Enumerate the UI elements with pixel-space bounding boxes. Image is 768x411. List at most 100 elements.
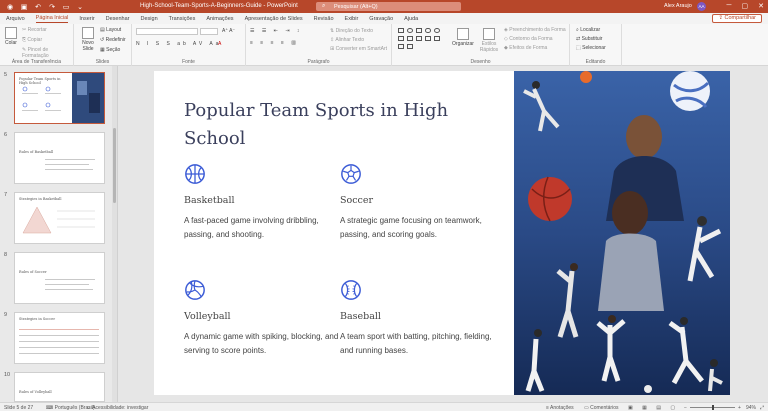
customize-toolbar-icon[interactable]: ⌄ (76, 3, 84, 11)
start-presentation-icon[interactable]: ▭ (62, 3, 70, 11)
layout-button[interactable]: ▤ Layout (100, 27, 121, 33)
format-painter-button[interactable]: ✎ Pincel de Formatação (22, 47, 73, 59)
shape-fill-button[interactable]: ◈ Preenchimento da Forma (504, 27, 566, 33)
slide-title[interactable]: Popular Team Sports in High School (184, 97, 474, 153)
user-name[interactable]: Alex Araujo (664, 3, 692, 9)
maximize-icon[interactable]: ▢ (742, 2, 749, 10)
undo-icon[interactable]: ↶ (34, 3, 42, 11)
thumbnail-slide-10[interactable]: Rules of Volleyball (14, 372, 105, 402)
sport-description: A dynamic game with spiking, blocking, a… (184, 332, 339, 355)
close-icon[interactable]: ✕ (758, 2, 764, 10)
zoom-slider-knob[interactable] (712, 405, 714, 410)
avatar[interactable]: AA (697, 2, 706, 11)
thumbnails-scrollbar[interactable] (112, 66, 117, 402)
circle-shape-icon[interactable] (434, 28, 440, 33)
align-text-button[interactable]: ⇳ Alinhar Texto (330, 37, 364, 43)
tab-arquivo[interactable]: Arquivo (6, 16, 25, 22)
tab-transicoes[interactable]: Transições (169, 16, 196, 22)
sport-card-basketball[interactable]: Basketball A fast-paced game involving d… (184, 163, 344, 242)
view-buttons[interactable]: ▣ ▦ ▤ ▢ (628, 405, 679, 411)
paste-button[interactable]: Colar (4, 27, 18, 46)
thumbnail-title: Rules of Volleyball (19, 390, 52, 394)
font-grow-icon[interactable]: A⁺ A⁻ (222, 28, 235, 34)
font-family-select[interactable] (136, 28, 198, 35)
replace-button[interactable]: ⇄ Substituir (576, 36, 602, 42)
brace-shape-icon[interactable] (425, 36, 431, 41)
arrange-button[interactable]: Organizar (452, 28, 474, 47)
new-slide-label: Novo Slide (82, 40, 94, 52)
minimize-icon[interactable]: ─ (727, 2, 732, 10)
thumbnail-slide-7[interactable]: Strategies in Basketball (14, 192, 105, 244)
tab-gravacao[interactable]: Gravação (369, 16, 393, 22)
select-button[interactable]: ⬚ Selecionar (576, 45, 606, 51)
font-group-label: Fonte (182, 59, 195, 65)
thumbnail-number: 9 (4, 312, 8, 318)
thumbnail-title: Rules of Soccer (19, 270, 47, 274)
tab-inserir[interactable]: Inserir (79, 16, 94, 22)
font-color-icon[interactable]: A (218, 41, 221, 47)
zoom-out-icon[interactable]: − (684, 405, 687, 411)
thumbnail-slide-9[interactable]: Strategies in Soccer (14, 312, 105, 364)
notes-button[interactable]: ≡ Anotações (546, 405, 574, 411)
slide-thumbnails-panel: 5 Popular Team Sports in High School 6 R… (0, 66, 118, 402)
callout-shape-icon[interactable] (398, 44, 404, 49)
tab-exibir[interactable]: Exibir (345, 16, 359, 22)
shape-outline-button[interactable]: ◇ Contorno da Forma (504, 36, 553, 42)
textbox-shape-icon[interactable] (416, 28, 422, 33)
tab-revisao[interactable]: Revisão (314, 16, 334, 22)
arrow-shape-icon[interactable] (398, 36, 404, 41)
sport-description: A team sport with batting, pitching, fie… (340, 332, 492, 355)
copy-button[interactable]: ⎘ Copiar (22, 37, 42, 43)
sport-card-volleyball[interactable]: Volleyball A dynamic game with spiking, … (184, 279, 344, 358)
zoom-in-icon[interactable]: + (738, 405, 741, 411)
search-input[interactable]: ⌕ Pesquisar (Alt+Q) (316, 2, 461, 11)
reset-button[interactable]: ↺ Redefinir (100, 37, 126, 43)
thumbnail-table-line (19, 347, 99, 348)
tab-pagina-inicial[interactable]: Página Inicial (35, 15, 69, 23)
font-size-select[interactable] (200, 28, 218, 35)
thumbnail-slide-5[interactable]: Popular Team Sports in High School (14, 72, 105, 124)
star-shape-icon[interactable] (434, 36, 440, 41)
thumbnail-slide-8[interactable]: Rules of Soccer (14, 252, 105, 304)
line-shape-icon[interactable] (416, 36, 422, 41)
sport-card-soccer[interactable]: Soccer A strategic game focusing on team… (340, 163, 500, 242)
sport-card-baseball[interactable]: Baseball A team sport with batting, pitc… (340, 279, 500, 358)
convert-smartart-label: Converter em SmartArt (335, 46, 387, 52)
slide[interactable]: Popular Team Sports in High School Baske… (154, 71, 730, 395)
tab-ajuda[interactable]: Ajuda (404, 16, 418, 22)
accessibility-status[interactable]: ☺ Acessibilidade: investigar (86, 405, 148, 411)
align-icons[interactable]: ≡ ≡ ≡ ≡ ▥ (250, 40, 299, 46)
athletes-collage-image[interactable] (514, 71, 730, 395)
rectangle-shape-icon[interactable] (398, 28, 404, 33)
triangle-shape-icon[interactable] (407, 36, 413, 41)
thumbnails-scroll-thumb[interactable] (113, 128, 116, 203)
cut-button[interactable]: ✂ Recortar (22, 27, 47, 33)
shape-effects-label: Efeitos de Forma (509, 45, 548, 51)
text-direction-button[interactable]: ⇅ Direção do Texto (330, 28, 373, 34)
tab-apresentacao[interactable]: Apresentação de Slides (245, 16, 303, 22)
autosave-icon[interactable]: ◉ (6, 3, 14, 11)
shape-effects-button[interactable]: ◆ Efeitos de Forma (504, 45, 547, 51)
tab-design[interactable]: Design (141, 16, 158, 22)
share-button[interactable]: ⇪ Compartilhar (712, 14, 762, 23)
thumbnail-number: 6 (4, 132, 8, 138)
section-button[interactable]: ▦ Seção (100, 47, 120, 53)
quick-styles-button[interactable]: Estilos Rápidos (478, 28, 500, 53)
fit-slide-icon[interactable]: ⤢ (760, 405, 764, 411)
tab-animacoes[interactable]: Animações (206, 16, 233, 22)
new-slide-button[interactable]: Novo Slide (80, 27, 96, 52)
tab-desenhar[interactable]: Desenhar (106, 16, 130, 22)
convert-smartart-button[interactable]: ⊞ Converter em SmartArt (330, 46, 387, 52)
save-icon[interactable]: ▣ (20, 3, 28, 11)
comments-button[interactable]: ▭ Comentários (584, 405, 618, 411)
bracket-shape-icon[interactable] (407, 44, 413, 49)
rounded-rect-shape-icon[interactable] (425, 28, 431, 33)
redo-icon[interactable]: ↷ (48, 3, 56, 11)
list-icons[interactable]: ☰ ☰ ⇤ ⇥ ↕ (250, 28, 302, 34)
zoom-level[interactable]: 94% (746, 405, 756, 411)
oval-shape-icon[interactable] (407, 28, 413, 33)
font-format-icons[interactable]: N I S S ab AV Aa (136, 41, 221, 47)
find-button[interactable]: ⌕ Localizar (576, 27, 600, 33)
thumbnail-slide-6[interactable]: Rules of Basketball (14, 132, 105, 184)
thumbnail-number: 7 (4, 192, 8, 198)
